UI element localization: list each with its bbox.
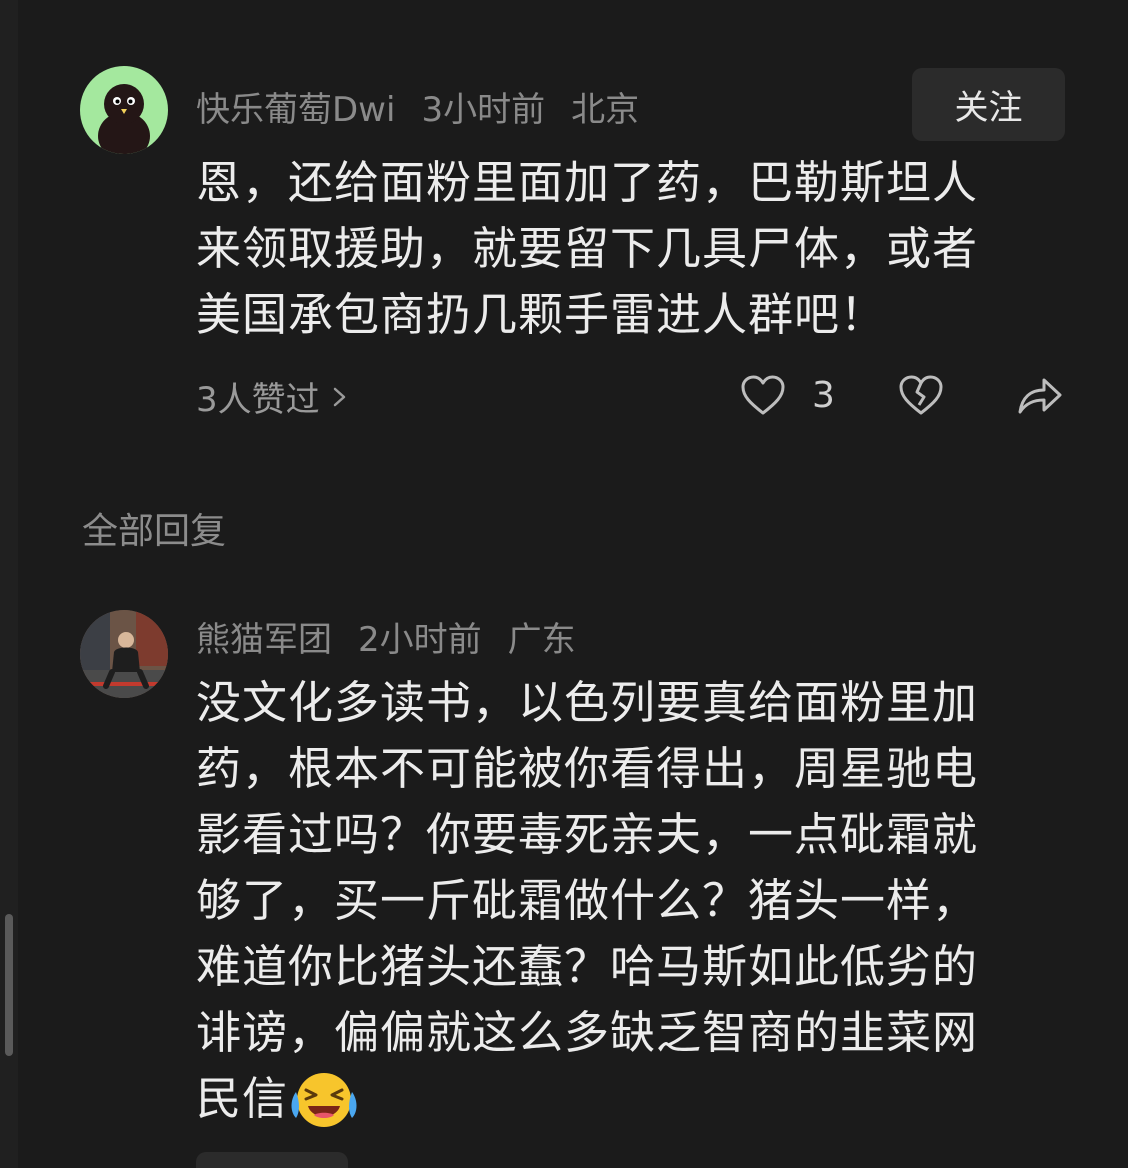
like-count: 3 bbox=[812, 374, 835, 416]
avatar[interactable] bbox=[80, 610, 168, 698]
username[interactable]: 快乐葡萄Dwi bbox=[196, 82, 395, 131]
comment-text-line: 恩，还给面粉里面加了药，巴勒斯坦人 bbox=[196, 156, 979, 209]
like-button[interactable]: 3 bbox=[740, 374, 835, 416]
comment-text-line: 够了，买一斤砒霜做什么？猪头一样， bbox=[196, 874, 979, 927]
comment-text-line: 诽谤，偏偏就这么多缺乏智商的韭菜网 bbox=[196, 1006, 979, 1059]
username[interactable]: 熊猫军团 bbox=[196, 612, 332, 661]
follow-button[interactable]: 关注 bbox=[912, 68, 1065, 141]
comment-text-line: 美国承包商扔几颗手雷进人群吧！ bbox=[196, 288, 887, 341]
scrollbar-track[interactable] bbox=[0, 0, 18, 1168]
dislike-button[interactable] bbox=[898, 374, 944, 416]
chevron-right-icon bbox=[333, 387, 345, 406]
share-button[interactable] bbox=[1016, 374, 1064, 416]
likes-label: 3人赞过 bbox=[196, 380, 320, 420]
share-arrow-icon bbox=[1018, 378, 1062, 414]
likes-summary[interactable]: 3人赞过 bbox=[196, 372, 348, 421]
all-replies-title: 全部回复 bbox=[82, 511, 227, 552]
broken-heart-icon bbox=[899, 375, 943, 415]
comment-text-line: 民信 bbox=[196, 1072, 289, 1125]
comment-text-line: 来领取援助，就要留下几具尸体，或者 bbox=[196, 222, 979, 275]
comment-meta: 熊猫军团 2小时前 广东 bbox=[196, 612, 576, 661]
more-replies-button[interactable] bbox=[196, 1152, 348, 1168]
bird-avatar-icon bbox=[98, 84, 150, 154]
scrollbar-thumb[interactable] bbox=[5, 914, 13, 1056]
comment-text: 没文化多读书，以色列要真给面粉里加 药，根本不可能被你看得出，周星驰电 影看过吗… bbox=[196, 670, 1066, 1132]
person-photo-avatar bbox=[80, 610, 168, 698]
laughing-crying-emoji-icon bbox=[291, 1073, 357, 1127]
comment-text-line: 药，根本不可能被你看得出，周星驰电 bbox=[196, 742, 979, 795]
comment-text-line: 没文化多读书，以色列要真给面粉里加 bbox=[196, 676, 979, 729]
comment-text-line: 难道你比猪头还蠢？哈马斯如此低劣的 bbox=[196, 940, 979, 993]
location: 北京 bbox=[571, 90, 640, 130]
comment-text-line-last: 民信 bbox=[196, 1066, 1066, 1132]
comment-text-line: 影看过吗？你要毒死亲夫，一点砒霜就 bbox=[196, 808, 979, 861]
heart-icon bbox=[741, 375, 785, 415]
timestamp: 3小时前 bbox=[421, 90, 546, 130]
location: 广东 bbox=[507, 620, 576, 660]
comment-text: 恩，还给面粉里面加了药，巴勒斯坦人 来领取援助，就要留下几具尸体，或者 美国承包… bbox=[196, 150, 1056, 348]
comment-meta: 快乐葡萄Dwi 3小时前 北京 bbox=[196, 82, 639, 131]
timestamp: 2小时前 bbox=[358, 620, 482, 660]
avatar[interactable] bbox=[80, 66, 168, 154]
